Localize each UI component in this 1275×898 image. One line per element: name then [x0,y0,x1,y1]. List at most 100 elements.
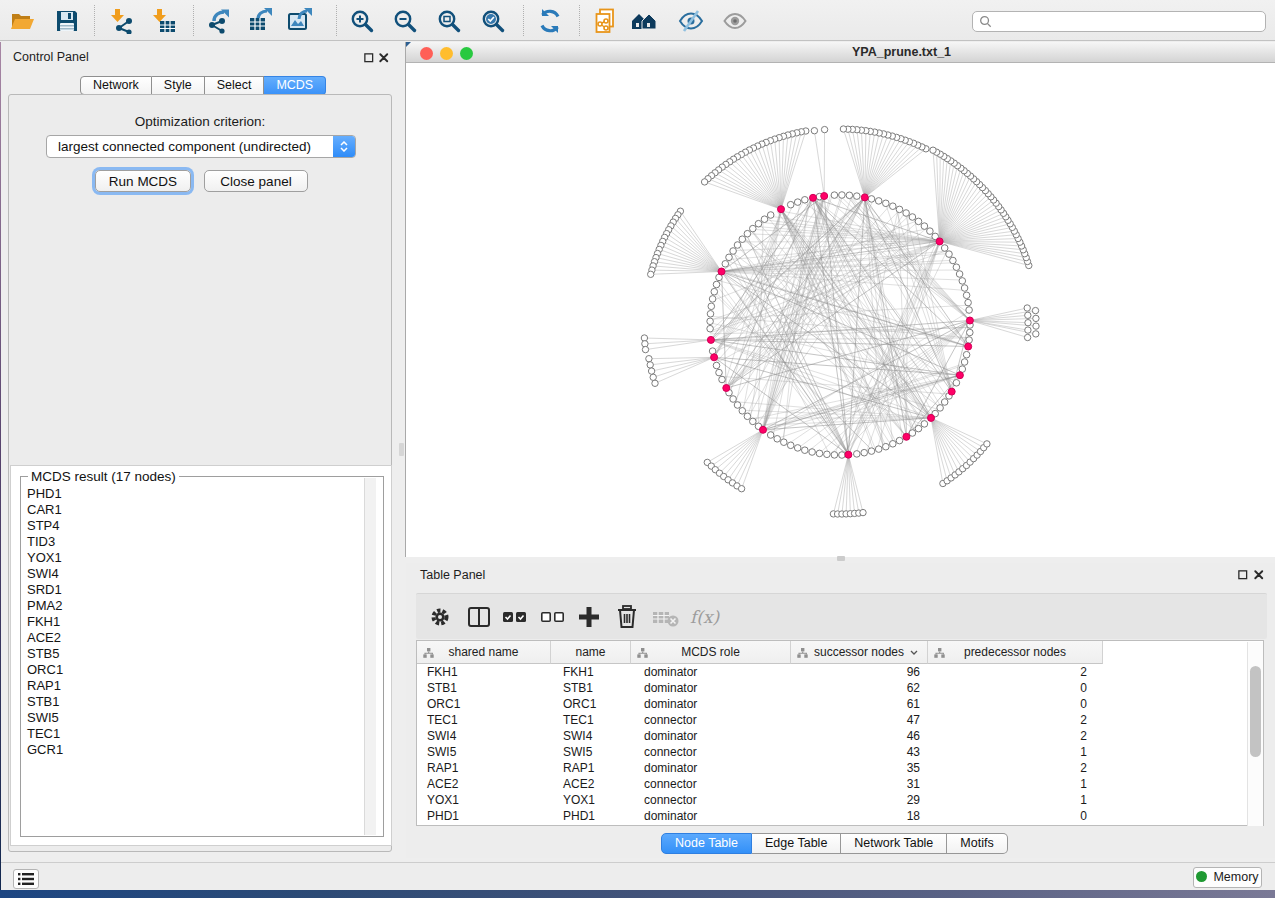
float-panel-icon[interactable] [364,53,374,63]
save-session-icon[interactable] [54,8,80,34]
desktop-wallpaper-left [0,42,1,890]
table-tab-edge-table[interactable]: Edge Table [752,833,841,854]
mcds-result-item[interactable]: SRD1 [22,582,363,598]
table-tab-network-table[interactable]: Network Table [841,833,947,854]
panel-splitter-handle[interactable] [399,443,404,456]
main-toolbar [0,0,1275,41]
search-box[interactable] [972,11,1266,32]
column-header-predecessor-nodes[interactable]: predecessor nodes [928,641,1103,664]
mcds-result-item[interactable]: STP4 [22,518,363,534]
mcds-result-item[interactable]: SWI5 [22,710,363,726]
mcds-result-groupbox: MCDS result (17 nodes) PHD1CAR1STP4TID3Y… [20,476,384,837]
first-neighbors-icon[interactable] [631,8,657,34]
split-view-icon[interactable] [467,604,491,630]
search-icon [979,15,992,28]
mcds-result-item[interactable]: ORC1 [22,662,363,678]
table-row[interactable]: SWI4SWI4dominator462 [417,728,1263,744]
export-network-icon[interactable] [206,8,232,34]
deselect-all-icon[interactable] [540,604,566,630]
table-scrollbar[interactable] [1247,642,1263,826]
toolbar-separator [336,5,337,36]
run-mcds-button[interactable]: Run MCDS [95,170,191,192]
table-settings-icon[interactable] [429,604,451,630]
delete-column-icon[interactable] [615,604,639,630]
control-tab-network[interactable]: Network [80,76,152,95]
close-panel-icon[interactable] [379,53,389,63]
mcds-result-item[interactable]: STB1 [22,694,363,710]
hierarchy-icon [637,647,648,661]
table-header: shared namenameMCDS rolesuccessor nodesp… [417,641,1103,664]
control-tab-select[interactable]: Select [205,76,265,95]
table-toolbar: f(x) [416,593,1267,639]
network-hscroll-thumb[interactable] [837,556,845,561]
close-window-icon[interactable] [420,47,433,60]
mcds-result-item[interactable]: STB5 [22,646,363,662]
table-row[interactable]: YOX1YOX1connector291 [417,792,1263,808]
delete-table-icon[interactable] [652,604,680,630]
hide-selected-icon[interactable] [678,8,704,34]
mcds-result-item[interactable]: TID3 [22,534,363,550]
mcds-result-item[interactable]: CAR1 [22,502,363,518]
task-history-button[interactable] [13,869,39,889]
control-tab-style[interactable]: Style [152,76,205,95]
table-row[interactable]: PHD1PHD1dominator180 [417,808,1263,824]
mcds-result-item[interactable]: RAP1 [22,678,363,694]
table-row[interactable]: STB1STB1dominator620 [417,680,1263,696]
toolbar-separator [94,5,95,36]
zoom-fit-icon[interactable] [436,8,462,34]
zoom-selected-icon[interactable] [480,8,506,34]
network-view[interactable] [406,64,1275,557]
refresh-view-icon[interactable] [537,8,563,34]
desktop-wallpaper-bottom [0,890,1275,898]
column-header-MCDS-role[interactable]: MCDS role [631,641,791,664]
column-header-shared-name[interactable]: shared name [417,641,551,664]
function-builder-icon[interactable]: f(x) [690,604,719,630]
table-row[interactable]: SWI5SWI5connector431 [417,744,1263,760]
minimize-window-icon[interactable] [440,47,453,60]
import-table-icon[interactable] [151,8,177,34]
node-table: shared namenameMCDS rolesuccessor nodesp… [416,640,1264,826]
table-row[interactable]: ACE2ACE2connector311 [417,776,1263,792]
mcds-result-item[interactable]: PHD1 [22,486,363,502]
close-panel-button[interactable]: Close panel [204,170,308,192]
mcds-result-list: PHD1CAR1STP4TID3YOX1SWI4SRD1PMA2FKH1ACE2… [22,486,363,835]
search-input[interactable] [992,15,1265,29]
mcds-result-item[interactable]: TEC1 [22,726,363,742]
control-tab-mcds[interactable]: MCDS [264,76,326,95]
mcds-result-item[interactable]: PMA2 [22,598,363,614]
export-table-icon[interactable] [248,8,274,34]
mcds-result-item[interactable]: YOX1 [22,550,363,566]
zoom-out-icon[interactable] [392,8,418,34]
network-window: YPA_prune.txt_1 [405,42,1275,557]
table-row[interactable]: TEC1TEC1connector472 [417,712,1263,728]
mcds-result-item[interactable]: SWI4 [22,566,363,582]
float-table-panel-icon[interactable] [1238,570,1248,580]
mcds-result-item[interactable]: ACE2 [22,630,363,646]
table-row[interactable]: ORC1ORC1dominator610 [417,696,1263,712]
import-network-icon[interactable] [109,8,135,34]
add-column-icon[interactable] [576,604,602,630]
memory-label: Memory [1213,870,1258,884]
hierarchy-icon [797,647,808,661]
optimization-select[interactable]: largest connected component (undirected) [46,135,356,158]
mcds-result-item[interactable]: GCR1 [22,742,363,758]
select-all-icon[interactable] [502,604,528,630]
memory-button[interactable]: Memory [1193,867,1262,888]
table-row[interactable]: FKH1FKH1dominator962 [417,664,1263,680]
table-tab-node-table[interactable]: Node Table [661,833,752,854]
mcds-result-scrollbar[interactable] [364,478,376,835]
column-header-name[interactable]: name [551,641,631,664]
table-row[interactable]: RAP1RAP1dominator352 [417,760,1263,776]
network-window-titlebar[interactable]: YPA_prune.txt_1 [406,42,1275,63]
clone-network-icon[interactable] [593,8,619,34]
toolbar-separator [579,5,580,36]
mcds-result-item[interactable]: FKH1 [22,614,363,630]
show-all-icon[interactable] [722,8,748,34]
export-image-icon[interactable] [287,8,313,34]
column-header-successor-nodes[interactable]: successor nodes [791,641,928,664]
maximize-window-icon[interactable] [460,47,473,60]
zoom-in-icon[interactable] [349,8,375,34]
table-tab-motifs[interactable]: Motifs [947,833,1007,854]
close-table-panel-icon[interactable] [1254,570,1264,580]
open-session-icon[interactable] [9,8,35,34]
